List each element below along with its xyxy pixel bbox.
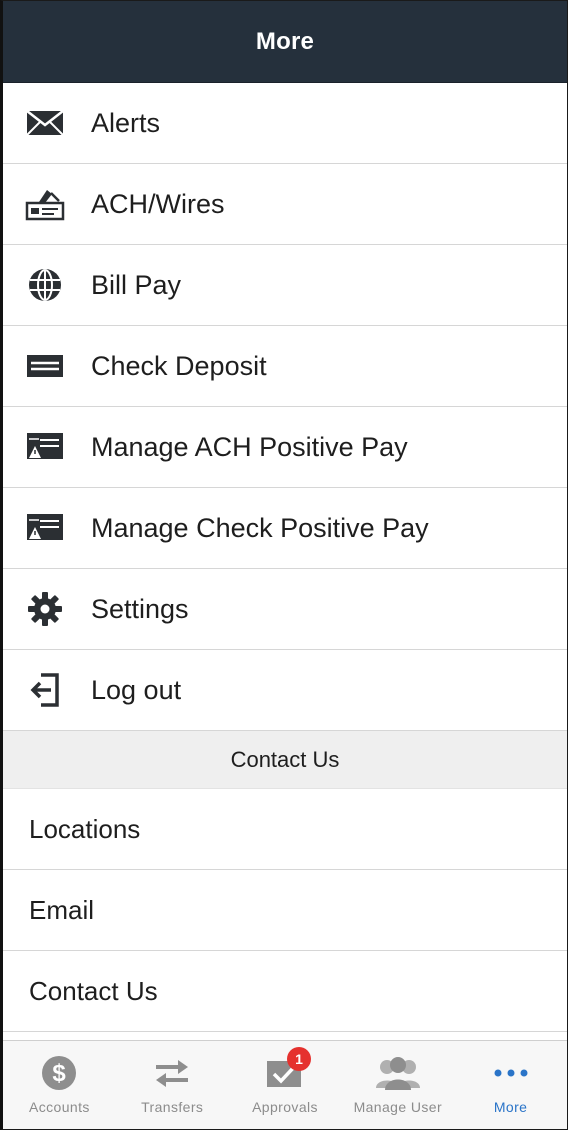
tab-label: Manage User xyxy=(353,1099,443,1115)
app-screen: More Alerts ACH/Wires Bill Pay Check Dep… xyxy=(0,0,568,1130)
globe-icon xyxy=(23,263,67,307)
menu-item-check-deposit[interactable]: Check Deposit xyxy=(3,326,567,407)
page-title: More xyxy=(255,27,315,55)
contact-item-locations[interactable]: Locations xyxy=(3,789,567,870)
menu-item-log-out[interactable]: Log out xyxy=(3,650,567,731)
menu-item-label: ACH/Wires xyxy=(91,188,225,219)
menu-item-bill-pay[interactable]: Bill Pay xyxy=(3,245,567,326)
menu-item-manage-check-positive-pay[interactable]: Manage Check Positive Pay xyxy=(3,488,567,569)
svg-text:$: $ xyxy=(53,1060,67,1087)
menu-item-label: Settings xyxy=(91,593,189,624)
tab-label: Accounts xyxy=(29,1099,90,1115)
tab-approvals[interactable]: 1 Approvals xyxy=(229,1041,342,1129)
section-header-label: Contact Us xyxy=(230,746,340,772)
menu-item-label: Manage Check Positive Pay xyxy=(91,512,429,543)
menu-item-label: Check Deposit xyxy=(91,350,267,381)
contact-section-header: Contact Us xyxy=(3,731,567,789)
gear-icon xyxy=(23,587,67,631)
users-icon xyxy=(374,1053,422,1093)
approval-check-icon: 1 xyxy=(261,1047,311,1093)
tab-manage-user[interactable]: Manage User xyxy=(341,1041,454,1129)
dollar-icon: $ xyxy=(35,1053,83,1093)
envelope-icon xyxy=(23,101,67,145)
tab-transfers[interactable]: Transfers xyxy=(116,1041,229,1129)
tab-label: Transfers xyxy=(141,1099,204,1115)
tab-label: Approvals xyxy=(252,1099,318,1115)
tab-label: More xyxy=(493,1099,528,1115)
logout-icon xyxy=(23,668,67,712)
contact-item-label: Contact Us xyxy=(29,975,158,1006)
contact-item-label: Email xyxy=(29,894,95,925)
menu-item-label: Manage ACH Positive Pay xyxy=(91,431,408,462)
contact-item-email[interactable]: Email xyxy=(3,870,567,951)
menu-item-manage-ach-positive-pay[interactable]: Manage ACH Positive Pay xyxy=(3,407,567,488)
check-transfer-icon xyxy=(23,182,67,226)
menu-item-label: Alerts xyxy=(91,107,161,138)
menu-item-settings[interactable]: Settings xyxy=(3,569,567,650)
menu-item-alerts[interactable]: Alerts xyxy=(3,83,567,164)
menu-item-label: Bill Pay xyxy=(91,269,182,300)
transfer-arrows-icon xyxy=(148,1053,196,1093)
menu-item-label: Log out xyxy=(91,674,182,705)
contact-item-contact-us[interactable]: Contact Us xyxy=(3,951,567,1032)
more-dots-icon xyxy=(487,1053,535,1093)
positive-pay-icon xyxy=(23,506,67,550)
tab-more[interactable]: More xyxy=(454,1041,567,1129)
contact-item-label: Locations xyxy=(29,813,141,844)
menu-item-ach-wires[interactable]: ACH/Wires xyxy=(3,164,567,245)
bottom-tab-bar: $ Accounts Transfers 1 Approvals Manage … xyxy=(3,1040,567,1129)
tab-accounts[interactable]: $ Accounts xyxy=(3,1041,116,1129)
approvals-badge: 1 xyxy=(286,1047,311,1071)
positive-pay-icon xyxy=(23,425,67,469)
more-menu: Alerts ACH/Wires Bill Pay Check Deposit … xyxy=(3,83,567,1032)
check-deposit-icon xyxy=(23,344,67,388)
top-bar: More xyxy=(3,1,567,83)
